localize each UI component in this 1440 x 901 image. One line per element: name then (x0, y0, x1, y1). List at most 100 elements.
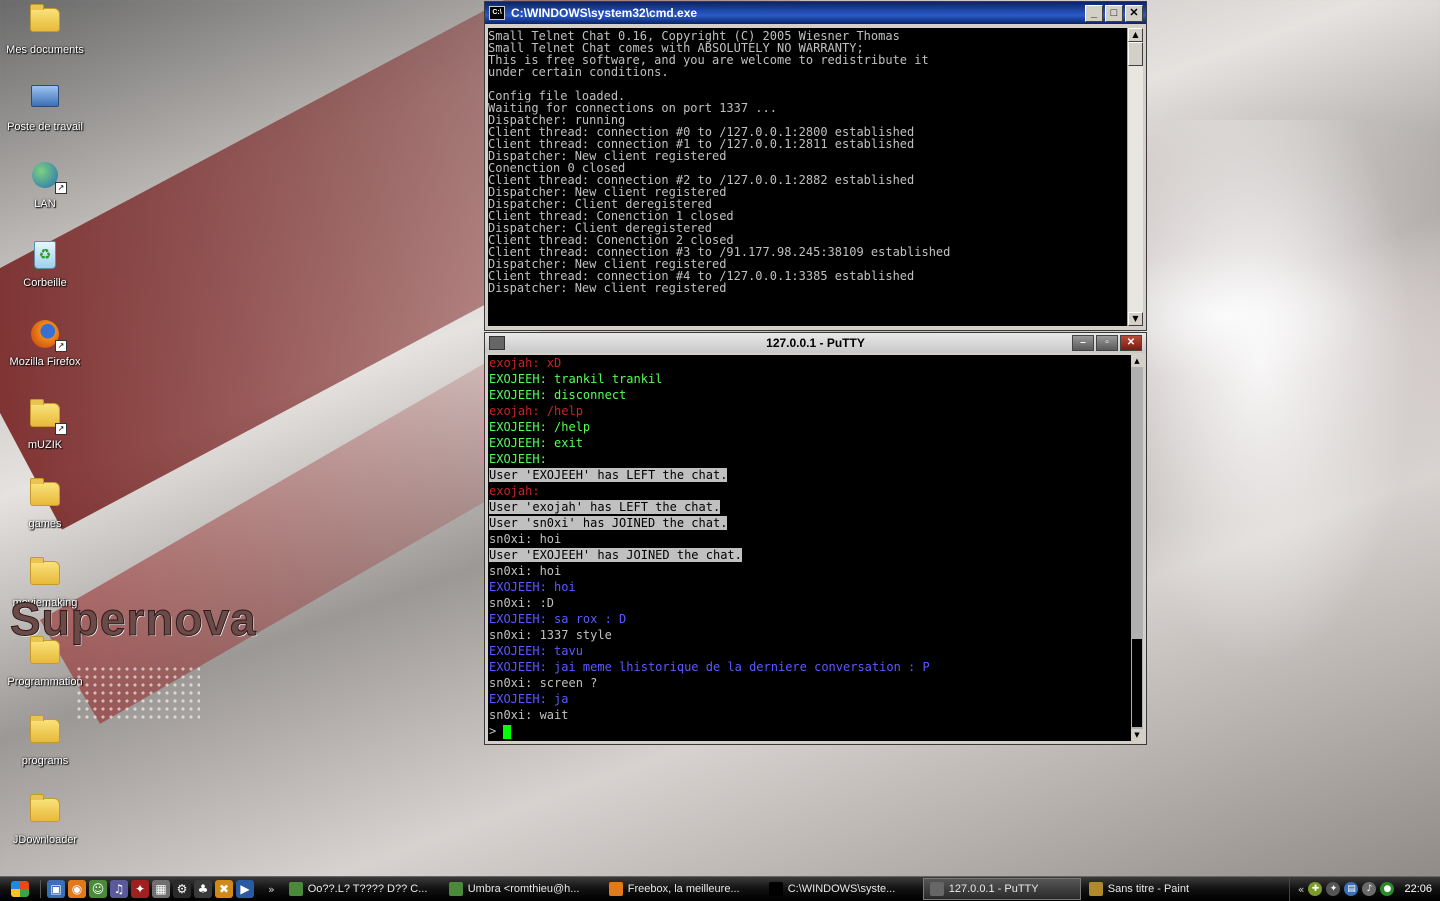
scroll-up-arrow-icon[interactable]: ▲ (1131, 355, 1143, 367)
desktop-icon-my-computer[interactable]: Poste de travail (0, 81, 90, 133)
taskbar-button[interactable]: Oo??.L? T???? D?? C... (283, 878, 441, 900)
chat-message: sn0xi: :D (488, 595, 1131, 611)
desktop-icon-label: JDownloader (12, 834, 78, 846)
cmd-output-line: under certain conditions. (488, 65, 669, 79)
media-player-icon[interactable]: ▶ (236, 880, 254, 898)
cmd-icon (768, 882, 783, 896)
close-button[interactable]: ✕ (1120, 335, 1142, 351)
clock[interactable]: 22:06 (1404, 883, 1432, 895)
message-text: EXOJEEH: trankil trankil (489, 372, 663, 386)
maximize-button[interactable]: □ (1105, 4, 1123, 22)
messenger-icon[interactable]: ☺ (89, 880, 107, 898)
desktop-icon-lan[interactable]: ↗ LAN (0, 160, 90, 210)
chat-message: sn0xi: hoi (488, 563, 1131, 579)
taskbar-button-label: C:\WINDOWS\syste... (787, 883, 896, 895)
network-icon[interactable]: ▤ (1344, 882, 1359, 896)
message-text: EXOJEEH: jai meme lhistorique de la dern… (489, 660, 930, 674)
taskbar-button[interactable]: Freebox, la meilleure... (603, 878, 761, 900)
message-text: exojah: xD (489, 356, 562, 370)
chat-message: EXOJEEH: /help (488, 419, 1131, 435)
volume-icon[interactable]: ♪ (1362, 882, 1377, 896)
message-text: EXOJEEH: disconnect (489, 388, 627, 402)
putty-titlebar[interactable]: 127.0.0.1 - PuTTY – ▫ ✕ (485, 333, 1146, 353)
messenger-icon (288, 882, 303, 896)
scroll-up-arrow-icon[interactable]: ▲ (1128, 28, 1143, 42)
chat-message: sn0xi: screen ? (488, 675, 1131, 691)
scrollbar-thumb[interactable] (1128, 42, 1143, 66)
folder-icon (29, 478, 61, 514)
messenger-icon (448, 882, 463, 896)
desktop-icon-recycle-bin[interactable]: ♻ Corbeille (0, 239, 90, 289)
desktop-icon-programs[interactable]: programs (0, 713, 90, 767)
music-folder-icon: ↗ (29, 399, 67, 435)
putty-window[interactable]: 127.0.0.1 - PuTTY – ▫ ✕ exojah: xD EXOJEE… (485, 333, 1146, 744)
calculator-icon[interactable]: ▦ (152, 880, 170, 898)
message-text: sn0xi: hoi (489, 564, 562, 578)
taskbar-button[interactable]: C:\WINDOWS\syste... (763, 878, 921, 900)
chat-message: sn0xi: 1337 style (488, 627, 1131, 643)
paint-icon (1088, 882, 1103, 896)
scroll-down-arrow-icon[interactable]: ▼ (1128, 312, 1143, 326)
chat-log: exojah: xD EXOJEEH: trankil trankil EXOJEE… (488, 355, 1131, 723)
desktop-icon-firefox[interactable]: ↗ Mozilla Firefox (0, 318, 90, 368)
message-text: EXOJEEH: exit (489, 436, 583, 450)
message-text: EXOJEEH: /help (489, 420, 591, 434)
cmd-titlebar[interactable]: C:\ C:\WINDOWS\system32\cmd.exe _ □ ✕ (485, 2, 1146, 24)
show-desktop-icon[interactable]: ▣ (47, 880, 65, 898)
cmd-icon: C:\ (489, 6, 505, 20)
close-button[interactable]: ✕ (1125, 4, 1143, 22)
putty-window-title: 127.0.0.1 - PuTTY (766, 336, 865, 350)
desktop-icon-games[interactable]: games (0, 476, 90, 530)
taskbar-button[interactable]: 127.0.0.1 - PuTTY (922, 878, 1081, 900)
putty-terminal[interactable]: exojah: xD EXOJEEH: trankil trankil EXOJEE… (488, 355, 1131, 741)
start-button[interactable] (0, 877, 40, 901)
tray-icon[interactable]: ✦ (1326, 882, 1341, 896)
tray-icon[interactable]: ● (1380, 882, 1395, 896)
message-text: EXOJEEH: ja (489, 692, 569, 706)
steam-icon[interactable]: ⚙ (173, 880, 191, 898)
message-text: EXOJEEH: sa rox : D (489, 612, 627, 626)
desktop-icon-my-documents[interactable]: Mes documents (0, 2, 90, 56)
taskbar-button[interactable]: Sans titre - Paint (1083, 878, 1241, 900)
chevron-right-icon[interactable]: » (260, 883, 283, 896)
firefox-icon[interactable]: ◉ (68, 880, 86, 898)
folder-icon (29, 715, 61, 751)
input-prompt-line[interactable]: > (488, 723, 1131, 739)
wallpaper-dot-pattern (75, 665, 200, 720)
taskbar-button-label: 127.0.0.1 - PuTTY (948, 883, 1039, 895)
firefox-icon (608, 882, 623, 896)
desktop-icon-label: mUZIK (27, 439, 63, 451)
folder-icon (29, 794, 61, 830)
desktop-icon-jdownloader[interactable]: JDownloader (0, 792, 90, 846)
app-icon[interactable]: ✦ (131, 880, 149, 898)
desktop-icon-label: games (28, 518, 62, 530)
message-text: sn0xi: 1337 style (489, 628, 612, 642)
system-tray: « ✚ ✦ ▤ ♪ ● 22:06 (1288, 877, 1440, 901)
tray-icon[interactable]: ✚ (1308, 882, 1323, 896)
chat-message: EXOJEEH: hoi (488, 579, 1131, 595)
app-icon[interactable]: ♣ (194, 880, 212, 898)
chat-message: EXOJEEH: sa rox : D (488, 611, 1131, 627)
xfire-icon[interactable]: ✖ (215, 880, 233, 898)
message-text: exojah: /help (489, 404, 583, 418)
desktop-icon-muzik[interactable]: ↗ mUZIK (0, 397, 90, 451)
cmd-console-output[interactable]: Small Telnet Chat 0.16, Copyright (C) 20… (488, 28, 1128, 326)
chat-message: sn0xi: hoi (488, 531, 1131, 547)
cmd-vertical-scrollbar[interactable]: ▲ ▼ (1127, 28, 1143, 326)
my-computer-icon (29, 85, 61, 117)
minimize-button[interactable]: _ (1085, 4, 1103, 22)
chat-message: EXOJEEH: jai meme lhistorique de la dern… (488, 659, 1131, 675)
taskbar-button[interactable]: Umbra <romthieu@h... (443, 878, 601, 900)
scroll-down-arrow-icon[interactable]: ▼ (1131, 729, 1143, 741)
chat-message: sn0xi: wait (488, 707, 1131, 723)
message-text: sn0xi: hoi (489, 532, 562, 546)
taskbar: ▣ ◉ ☺ ♫ ✦ ▦ ⚙ ♣ ✖ ▶ » Oo??.L? T???? D?? … (0, 876, 1440, 901)
headphones-icon[interactable]: ♫ (110, 880, 128, 898)
cmd-window[interactable]: C:\ C:\WINDOWS\system32\cmd.exe _ □ ✕ Sm… (485, 2, 1146, 330)
folder-icon (29, 557, 61, 593)
maximize-button[interactable]: ▫ (1096, 335, 1118, 351)
scrollbar-thumb[interactable] (1132, 639, 1142, 727)
putty-vertical-scrollbar[interactable]: ▲ ▼ (1131, 355, 1143, 741)
minimize-button[interactable]: – (1072, 335, 1094, 351)
chevron-left-icon[interactable]: « (1298, 883, 1305, 896)
